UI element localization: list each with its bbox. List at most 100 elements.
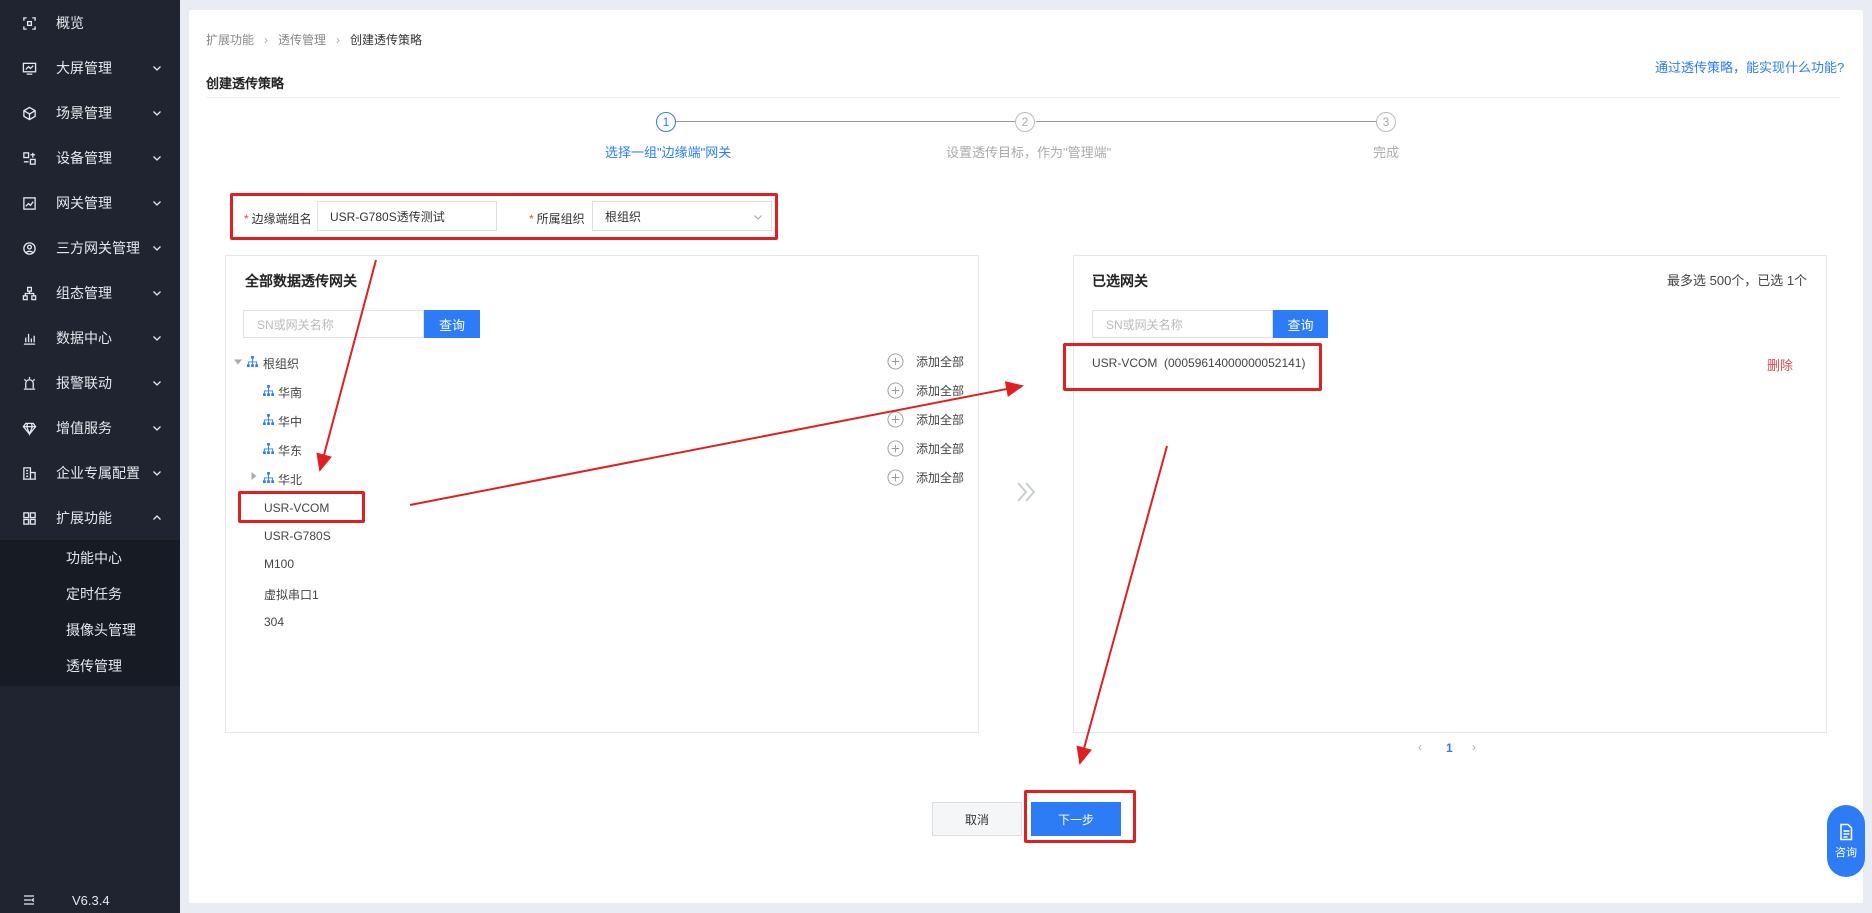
selection-limit-text: 最多选 500个，已选 1个 <box>1667 273 1808 288</box>
consult-button[interactable]: 咨询 <box>1827 805 1865 877</box>
plus-circle-icon <box>887 411 904 428</box>
tree-node-org[interactable]: 华东 <box>278 442 302 459</box>
add-all-button[interactable]: 添加全部 <box>887 440 964 457</box>
sidebar-item-overview[interactable]: 概览 <box>0 3 180 43</box>
chevron-up-icon <box>152 513 162 523</box>
cube-icon <box>22 106 37 121</box>
left-search-input[interactable]: SN或网关名称 <box>243 310 424 338</box>
step-2-circle: 2 <box>1015 112 1035 132</box>
breadcrumb-item[interactable]: 透传管理 <box>278 31 326 48</box>
breadcrumb-separator-icon: › <box>264 32 269 47</box>
submenu-item-function-center[interactable]: 功能中心 <box>0 540 180 576</box>
left-search-button[interactable]: 查询 <box>424 310 480 338</box>
plus-circle-icon <box>887 440 904 457</box>
extensions-submenu: 功能中心 定时任务 摄像头管理 透传管理 <box>0 540 180 686</box>
breadcrumb-item[interactable]: 扩展功能 <box>206 31 254 48</box>
chevron-down-icon <box>152 468 162 478</box>
group-name-input[interactable]: USR-G780S透传测试 <box>317 201 497 231</box>
sidebar-item-device[interactable]: 设备管理 <box>0 138 180 178</box>
sidebar-item-value-added[interactable]: 增值服务 <box>0 408 180 448</box>
sidebar-item-scene[interactable]: 场景管理 <box>0 93 180 133</box>
sidebar-item-configuration[interactable]: 组态管理 <box>0 273 180 313</box>
submenu-item-scheduled-tasks[interactable]: 定时任务 <box>0 576 180 612</box>
sidebar-item-gateway[interactable]: 网关管理 <box>0 183 180 223</box>
chevron-down-icon <box>152 108 162 118</box>
sidebar-item-label: 网关管理 <box>56 195 112 211</box>
version-label: V6.3.4 <box>72 893 110 908</box>
breadcrumb-current: 创建透传策略 <box>350 33 423 47</box>
tree-node-org[interactable]: 华中 <box>278 413 302 430</box>
next-step-button[interactable]: 下一步 <box>1031 802 1121 836</box>
selected-gateway-item: USR-VCOM (00059614000000052141) <box>1092 356 1306 370</box>
sidebar-item-label: 大屏管理 <box>56 60 112 76</box>
add-all-button[interactable]: 添加全部 <box>887 382 964 399</box>
plus-circle-icon <box>887 469 904 486</box>
add-all-button[interactable]: 添加全部 <box>887 411 964 428</box>
caret-right-icon[interactable] <box>250 472 258 480</box>
step-2-label: 设置透传目标，作为"管理端" <box>946 145 1112 160</box>
title-divider <box>206 97 1840 98</box>
tree-node-org[interactable]: 华北 <box>278 471 302 488</box>
sidebar-item-label: 三方网关管理 <box>56 240 140 256</box>
gateway-item[interactable]: USR-VCOM <box>264 501 329 515</box>
chevron-down-icon <box>152 288 162 298</box>
page-title: 创建透传策略 <box>206 76 285 91</box>
help-link[interactable]: 通过透传策略，能实现什么功能? <box>1655 57 1844 76</box>
chevron-down-icon <box>152 423 162 433</box>
gateway-item[interactable]: M100 <box>264 557 294 571</box>
sidebar: 概览 大屏管理 场景管理 设备管理 网关管理 三方网关管理 组态管理 数据中心 … <box>0 0 180 913</box>
plus-circle-icon <box>887 382 904 399</box>
sidebar-item-enterprise[interactable]: 企业专属配置 <box>0 453 180 493</box>
delete-button[interactable]: 删除 <box>1767 355 1793 374</box>
org-label: * 所属组织 <box>529 212 585 226</box>
breadcrumb-separator-icon: › <box>336 32 341 47</box>
chevron-down-icon <box>152 243 162 253</box>
step-1-label: 选择一组"边缘端"网关 <box>605 145 732 160</box>
sidebar-item-label: 设备管理 <box>56 150 112 166</box>
step-connector <box>676 121 1016 122</box>
gateway-item[interactable]: 虚拟串口1 <box>264 586 319 603</box>
breadcrumb: 扩展功能 › 透传管理 › 创建透传策略 <box>206 31 422 48</box>
chevron-down-icon <box>152 63 162 73</box>
org-select[interactable]: 根组织 <box>592 201 772 231</box>
chart-icon <box>22 196 37 211</box>
org-icon <box>263 472 274 483</box>
sidebar-item-data-center[interactable]: 数据中心 <box>0 318 180 358</box>
chevron-down-icon <box>152 333 162 343</box>
group-name-label: * 边缘端组名 <box>244 212 312 226</box>
gateway-item[interactable]: 304 <box>264 615 284 629</box>
submenu-item-camera[interactable]: 摄像头管理 <box>0 612 180 648</box>
cancel-button[interactable]: 取消 <box>932 802 1022 836</box>
prev-page-icon[interactable]: ‹ <box>1418 740 1422 754</box>
chevron-down-icon <box>152 198 162 208</box>
tree-node-root[interactable]: 根组织 <box>263 355 299 372</box>
right-search-button[interactable]: 查询 <box>1273 310 1328 338</box>
tree-node-org[interactable]: 华南 <box>278 384 302 401</box>
collapse-menu-icon[interactable] <box>22 893 36 907</box>
sidebar-item-extensions[interactable]: 扩展功能 <box>0 498 180 538</box>
page-number[interactable]: 1 <box>1446 741 1453 755</box>
org-icon <box>263 414 274 425</box>
all-gateways-title: 全部数据透传网关 <box>245 273 357 289</box>
add-all-button[interactable]: 添加全部 <box>887 353 964 370</box>
org-icon <box>247 356 258 367</box>
monitor-icon <box>22 61 37 76</box>
sidebar-item-label: 企业专属配置 <box>56 465 140 481</box>
version-bar: V6.3.4 <box>0 888 180 913</box>
plus-circle-icon <box>887 353 904 370</box>
building-icon <box>22 466 37 481</box>
sidebar-item-alarm[interactable]: 报警联动 <box>0 363 180 403</box>
double-chevron-right-icon <box>1017 482 1036 502</box>
diamond-icon <box>22 421 37 436</box>
gateway-item[interactable]: USR-G780S <box>264 529 331 543</box>
right-search-input[interactable]: SN或网关名称 <box>1092 310 1273 338</box>
sidebar-item-label: 增值服务 <box>56 420 112 436</box>
add-all-button[interactable]: 添加全部 <box>887 469 964 486</box>
next-page-icon[interactable]: › <box>1472 740 1476 754</box>
caret-down-icon[interactable] <box>234 358 242 366</box>
step-3-label: 完成 <box>1373 145 1400 160</box>
submenu-item-passthrough[interactable]: 透传管理 <box>0 648 180 684</box>
sidebar-item-third-party-gateway[interactable]: 三方网关管理 <box>0 228 180 268</box>
sidebar-item-label: 组态管理 <box>56 285 112 301</box>
sidebar-item-screen[interactable]: 大屏管理 <box>0 48 180 88</box>
